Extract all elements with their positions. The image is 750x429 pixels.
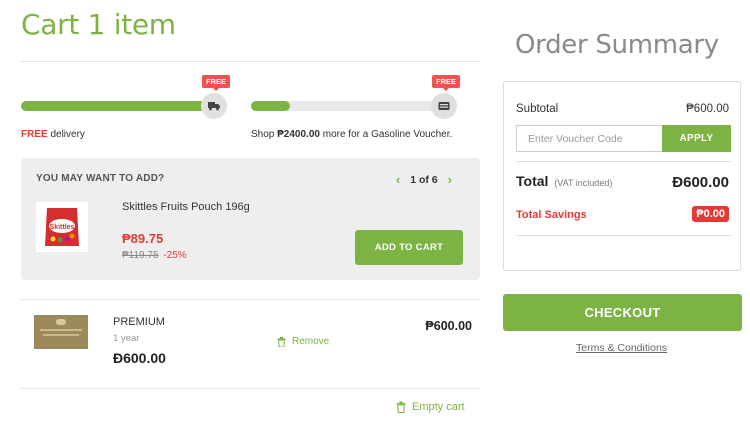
delivery-progress-label: FREE delivery <box>21 129 85 140</box>
divider <box>21 61 480 62</box>
empty-cart-button[interactable]: Empty cart <box>396 401 465 413</box>
brand-logo-icon <box>56 319 66 325</box>
apply-voucher-button[interactable]: APPLY <box>662 125 731 152</box>
svg-text:Skittles: Skittles <box>50 224 75 231</box>
total-value: Ɖ600.00 <box>672 174 729 191</box>
order-summary-title: Order Summary <box>515 30 719 60</box>
free-badge: FREE <box>432 75 461 91</box>
voucher-icon <box>431 93 457 119</box>
skittles-product-image[interactable]: Skittles <box>36 202 88 252</box>
upsell-product-name[interactable]: Skittles Fruits Pouch 196g <box>122 201 250 213</box>
upsell-panel: YOU MAY WANT TO ADD? ‹ 1 of 6 › Skittles… <box>21 158 480 280</box>
trash-icon <box>396 401 406 413</box>
truck-icon <box>201 93 227 119</box>
divider <box>516 161 731 162</box>
pager-text: 1 of 6 <box>410 173 438 186</box>
cart-item-price: Ɖ600.00 <box>113 350 166 366</box>
add-to-cart-button[interactable]: ADD TO CART <box>355 230 463 265</box>
upsell-pager: ‹ 1 of 6 › <box>386 172 462 187</box>
upsell-title: YOU MAY WANT TO ADD? <box>36 173 165 184</box>
voucher-progress-label: Shop ₱2400.00 more for a Gasoline Vouche… <box>251 129 452 140</box>
empty-cart-label: Empty cart <box>412 401 465 413</box>
upsell-product-old-price: ₱119.75 -25% <box>122 250 187 261</box>
voucher-code-input[interactable] <box>516 125 662 152</box>
subtotal-label: Subtotal <box>516 103 559 115</box>
subtotal-value: ₱600.00 <box>686 103 729 115</box>
divider <box>21 299 480 300</box>
divider <box>21 388 480 389</box>
total-text: Total <box>516 173 549 189</box>
checkout-button[interactable]: CHECKOUT <box>503 294 742 331</box>
voucher-label-suffix: more for a Gasoline Voucher. <box>319 129 453 140</box>
cart-item-name[interactable]: PREMIUM <box>113 316 165 328</box>
trash-icon <box>277 336 286 347</box>
free-label: FREE <box>21 129 48 140</box>
old-price: ₱119.75 <box>122 250 159 261</box>
terms-link[interactable]: Terms & Conditions <box>576 342 667 354</box>
remove-label: Remove <box>292 336 330 347</box>
vat-note: (VAT included) <box>554 178 613 188</box>
voucher-progress-bar <box>251 101 447 111</box>
total-label: Total (VAT included) <box>516 173 612 189</box>
delivery-progress-fill <box>21 101 210 111</box>
total-savings-label: Total Savings <box>516 209 587 221</box>
card-text-line <box>40 329 82 331</box>
upsell-product-price: ₱89.75 <box>122 231 164 246</box>
total-savings-badge: ₱0.00 <box>692 206 729 222</box>
divider <box>516 235 731 236</box>
order-summary-box: Subtotal ₱600.00 APPLY Total (VAT includ… <box>503 81 741 271</box>
cart-item-term: 1 year <box>113 333 140 344</box>
cart-item-total: ₱600.00 <box>425 319 472 333</box>
chevron-left-icon[interactable]: ‹ <box>386 172 410 187</box>
free-badge: FREE <box>202 75 231 91</box>
voucher-label-amount: ₱2400.00 <box>277 129 320 140</box>
card-text-line <box>43 334 79 336</box>
premium-product-image[interactable] <box>34 315 88 349</box>
delivery-progress-bar <box>21 101 217 111</box>
voucher-progress-fill <box>251 101 291 111</box>
remove-button[interactable]: Remove <box>277 336 329 347</box>
chevron-right-icon[interactable]: › <box>438 172 462 187</box>
cart-title: Cart 1 item <box>21 8 176 41</box>
discount-percent: -25% <box>163 250 187 261</box>
voucher-label-prefix: Shop <box>251 129 278 140</box>
delivery-label: delivery <box>47 129 85 140</box>
